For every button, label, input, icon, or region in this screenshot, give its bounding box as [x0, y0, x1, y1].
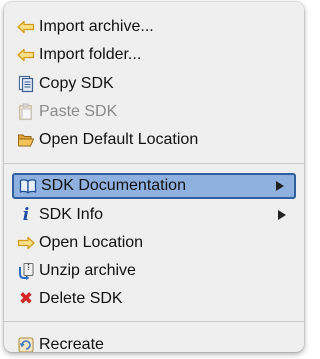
menu-item-label: Copy SDK: [39, 75, 114, 92]
menu-item-label: Recreate: [39, 336, 104, 352]
menu-item-label: Delete SDK: [39, 290, 123, 307]
menu-item-sdk-documentation[interactable]: SDK Documentation: [12, 173, 296, 199]
submenu-arrow-icon: [278, 210, 286, 220]
menu-item-label: Import archive...: [39, 18, 154, 35]
menu-item-copy-sdk[interactable]: Copy SDK: [12, 71, 296, 97]
menu-item-label: Unzip archive: [39, 262, 136, 279]
menu-item-sdk-info[interactable]: i SDK Info: [12, 202, 296, 228]
arrow-right-icon: [16, 233, 36, 253]
menu-item-label: Paste SDK: [39, 103, 118, 120]
menu-item-label: SDK Documentation: [41, 177, 186, 194]
submenu-arrow-icon: [276, 181, 284, 191]
menu-item-paste-sdk[interactable]: Paste SDK: [12, 99, 296, 125]
menu-separator: [4, 163, 304, 164]
menu-item-import-folder[interactable]: Import folder...: [12, 42, 296, 68]
copy-icon: [16, 74, 36, 94]
menu-item-label: Open Default Location: [39, 131, 199, 148]
menu-item-label: Open Location: [39, 234, 144, 251]
folder-open-icon: [16, 130, 36, 150]
menu-item-open-default-location[interactable]: Open Default Location: [12, 127, 296, 153]
import-arrow-icon: [16, 17, 36, 37]
menu-item-recreate[interactable]: Recreate: [12, 332, 296, 352]
context-menu: Import archive... Import folder... Copy …: [4, 2, 304, 352]
menu-item-import-archive[interactable]: Import archive...: [12, 14, 296, 40]
book-icon: [18, 176, 38, 196]
menu-separator: [4, 321, 304, 322]
menu-item-unzip-archive[interactable]: Unzip archive: [12, 258, 296, 284]
unzip-icon: [16, 261, 36, 281]
info-icon: i: [22, 205, 30, 225]
import-arrow-icon: [16, 45, 36, 65]
menu-item-delete-sdk[interactable]: ✖ Delete SDK: [12, 286, 296, 312]
menu-item-label: SDK Info: [39, 206, 104, 223]
paste-icon: [16, 102, 36, 122]
recreate-icon: [16, 335, 36, 352]
menu-item-label: Import folder...: [39, 46, 142, 63]
menu-item-open-location[interactable]: Open Location: [12, 230, 296, 256]
delete-x-icon: ✖: [18, 288, 34, 309]
